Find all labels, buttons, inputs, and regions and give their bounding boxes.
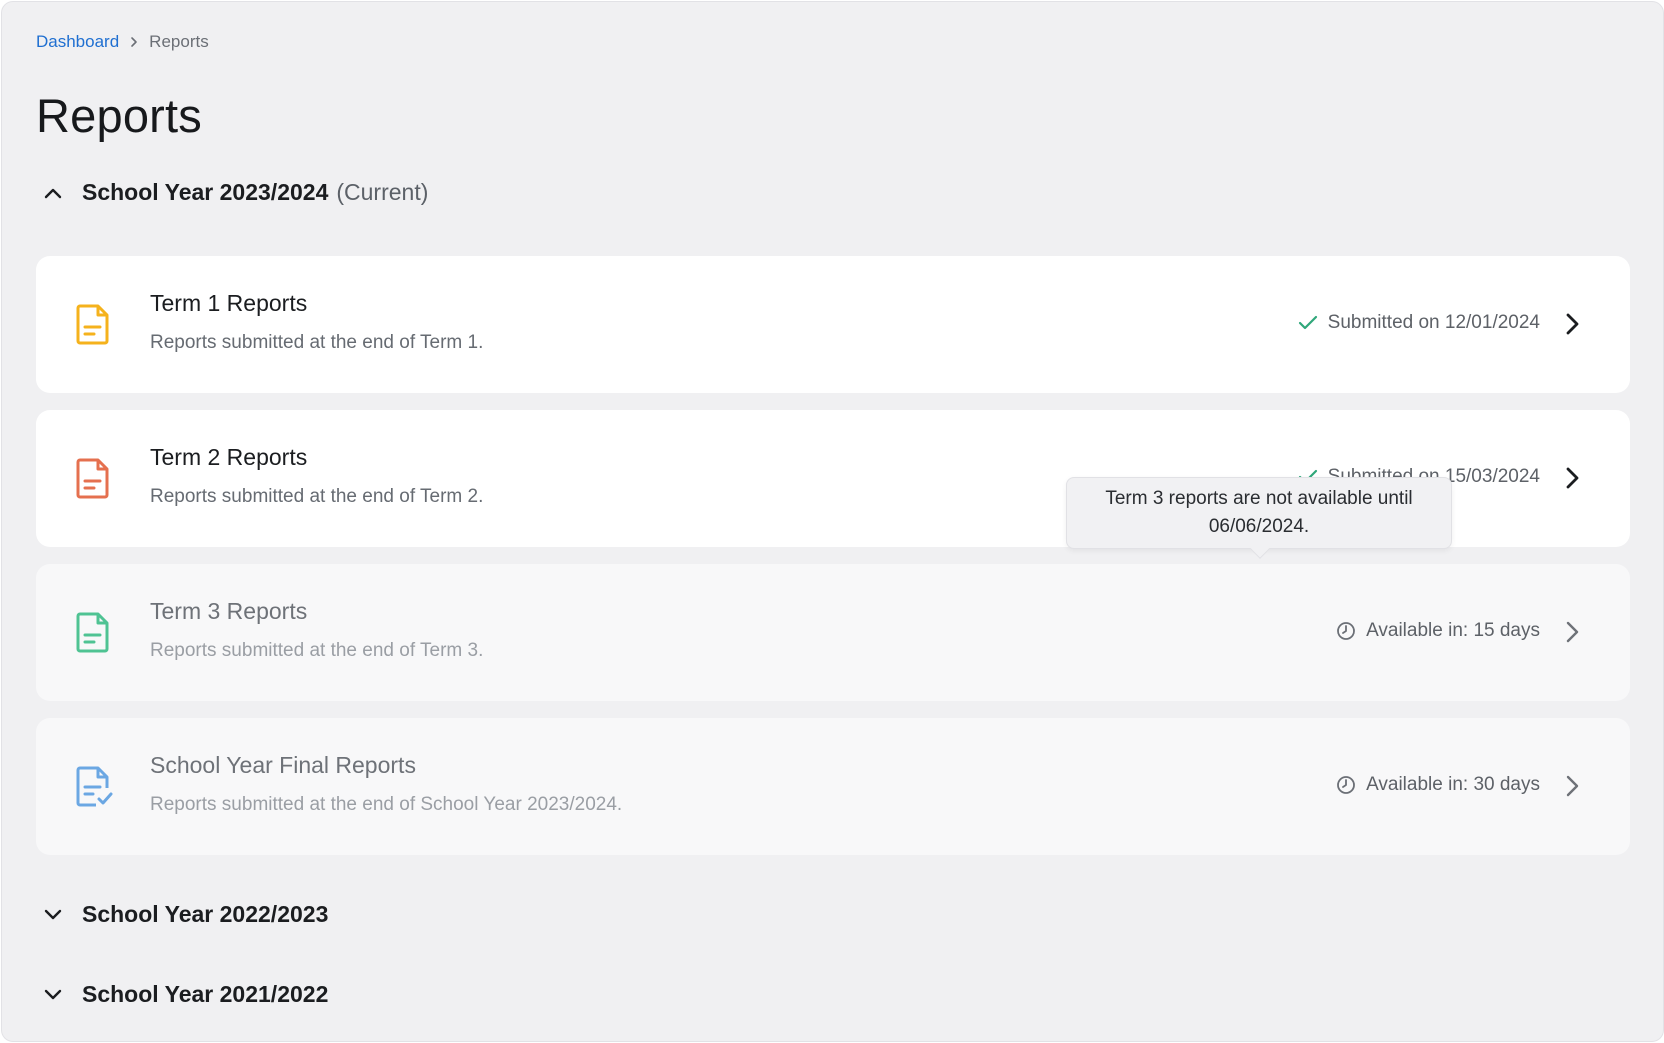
report-description: Reports submitted at the end of Term 1. xyxy=(150,332,484,353)
tooltip-arrow xyxy=(1250,539,1270,559)
report-card-term-3[interactable]: Term 3 Reports Reports submitted at the … xyxy=(36,564,1630,701)
report-title: Term 1 Reports xyxy=(150,290,308,316)
year-section-2023-2024-toggle[interactable]: School Year 2023/2024 (Current) xyxy=(40,179,428,206)
report-status-text: Submitted on 12/01/2024 xyxy=(1327,312,1540,333)
page-title: Reports xyxy=(36,89,202,142)
report-title: Term 2 Reports xyxy=(150,444,308,470)
chevron-down-icon xyxy=(40,902,66,928)
report-title: School Year Final Reports xyxy=(150,752,416,778)
chevron-down-icon xyxy=(40,982,66,1008)
document-icon xyxy=(74,610,112,654)
year-section-2021-2022-toggle[interactable]: School Year 2021/2022 xyxy=(40,981,328,1008)
availability-tooltip: Term 3 reports are not available until 0… xyxy=(1066,477,1452,559)
clock-icon xyxy=(1336,621,1356,641)
chevron-up-icon xyxy=(40,180,66,206)
chevron-right-icon[interactable] xyxy=(1560,620,1584,644)
breadcrumb-dashboard-link[interactable]: Dashboard xyxy=(36,32,119,52)
chevron-right-icon[interactable] xyxy=(1560,312,1584,336)
year-section-2022-2023-toggle[interactable]: School Year 2022/2023 xyxy=(40,901,328,928)
breadcrumb: Dashboard Reports xyxy=(36,32,209,52)
year-title: School Year 2023/2024 xyxy=(82,179,329,205)
report-description: Reports submitted at the end of Term 3. xyxy=(150,640,484,661)
year-title: School Year 2021/2022 xyxy=(82,981,329,1007)
report-description: Reports submitted at the end of School Y… xyxy=(150,794,623,815)
breadcrumb-current: Reports xyxy=(149,32,209,51)
report-status: Submitted on 12/01/2024 xyxy=(1298,312,1540,334)
chevron-right-icon[interactable] xyxy=(1560,466,1584,490)
year-title: School Year 2022/2023 xyxy=(82,901,329,927)
chevron-right-icon xyxy=(129,36,139,48)
app-frame: Dashboard Reports Reports School Year 20… xyxy=(1,1,1664,1042)
clock-icon xyxy=(1336,775,1356,795)
report-card-term-1[interactable]: Term 1 Reports Reports submitted at the … xyxy=(36,256,1630,393)
chevron-right-icon[interactable] xyxy=(1560,774,1584,798)
tooltip-text: Term 3 reports are not available until 0… xyxy=(1105,488,1413,537)
document-check-icon xyxy=(74,764,113,808)
report-status: Available in: 30 days xyxy=(1336,774,1540,796)
report-card-final[interactable]: School Year Final Reports Reports submit… xyxy=(36,718,1630,855)
report-title: Term 3 Reports xyxy=(150,598,308,624)
check-icon xyxy=(1298,315,1318,331)
report-status-text: Available in: 15 days xyxy=(1366,620,1540,641)
current-tag: (Current) xyxy=(336,179,429,205)
document-icon xyxy=(74,302,112,346)
report-status-text: Available in: 30 days xyxy=(1366,774,1540,795)
report-status: Available in: 15 days xyxy=(1336,620,1540,642)
document-icon xyxy=(74,456,112,500)
report-description: Reports submitted at the end of Term 2. xyxy=(150,486,484,507)
